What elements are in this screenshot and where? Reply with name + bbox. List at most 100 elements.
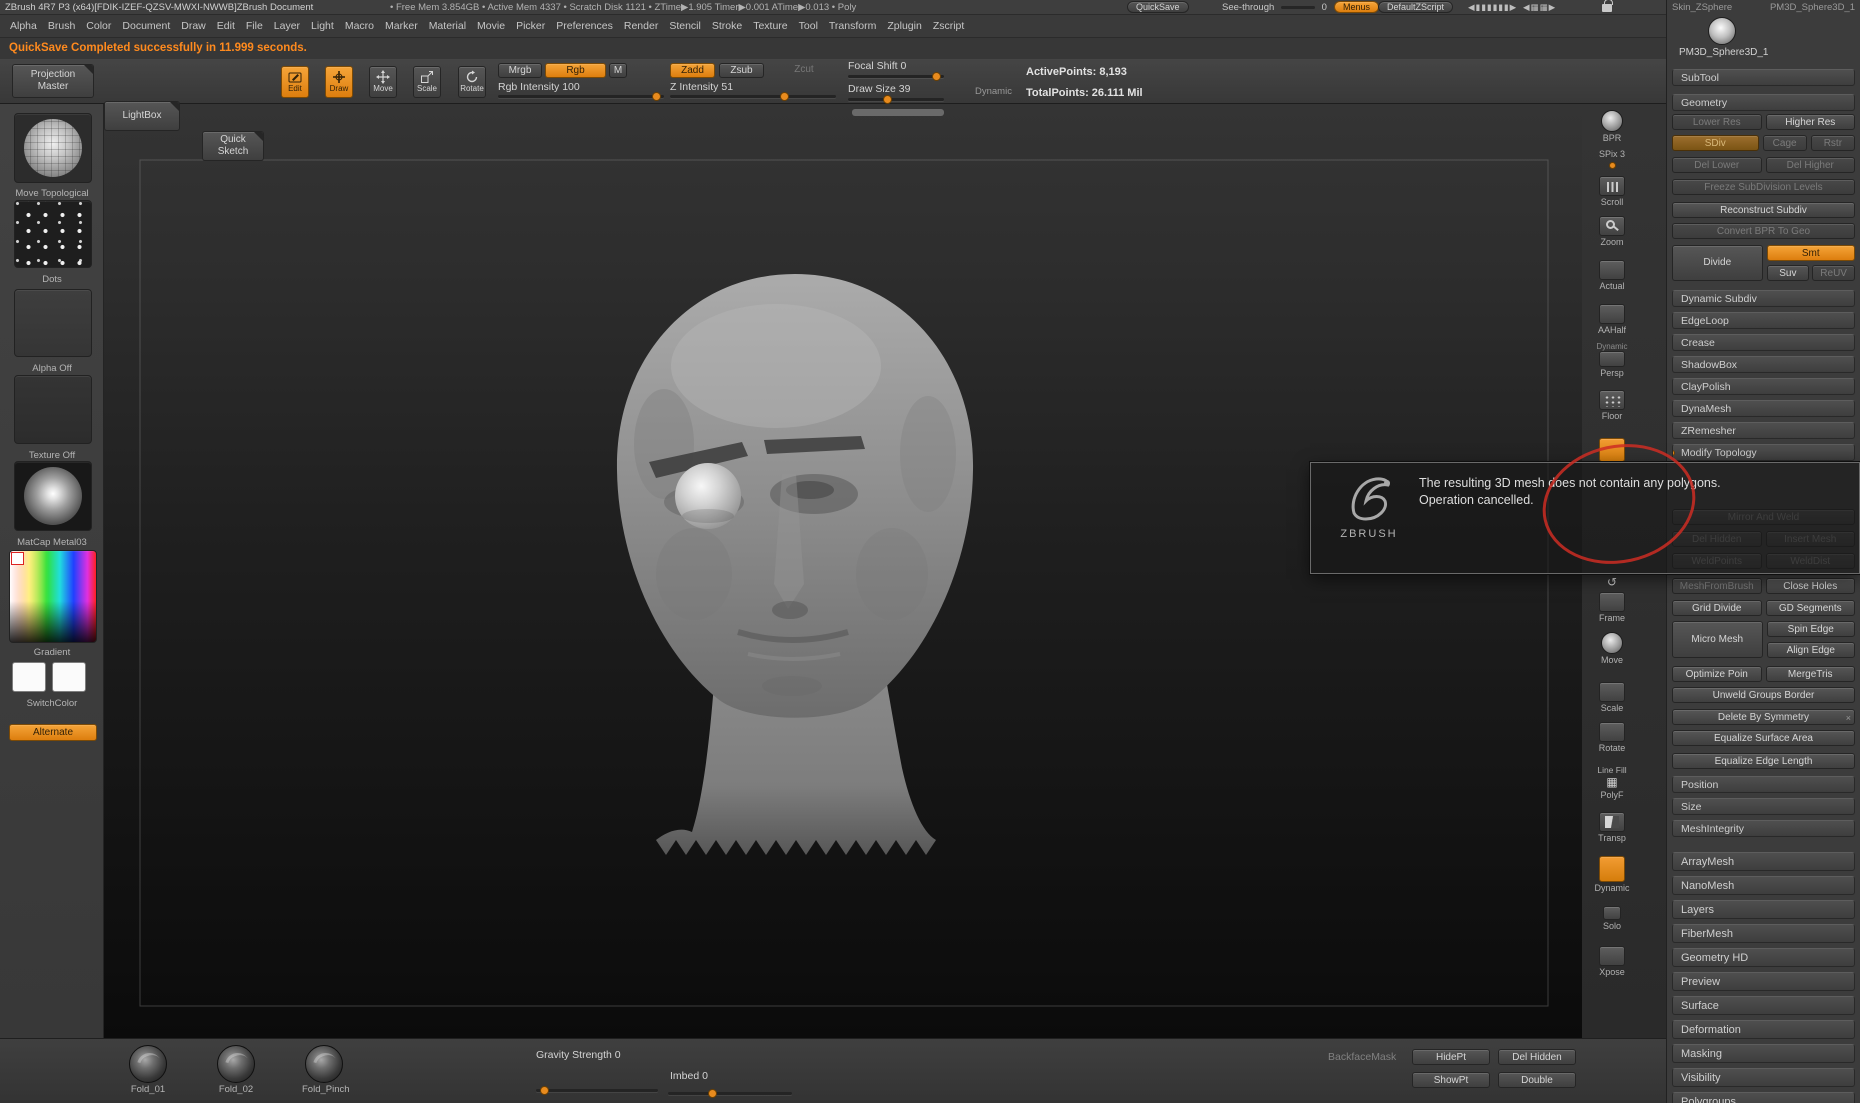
tray-left-icon[interactable]: ◀▮▮▮▮▮▮▶ <box>1468 2 1517 13</box>
geometry-subsection-header[interactable]: ClayPolish <box>1672 378 1855 395</box>
m-button[interactable]: M <box>609 63 627 78</box>
freeze-subdivision-button[interactable]: Freeze SubDivision Levels <box>1672 179 1855 195</box>
menu-item[interactable]: Layer <box>273 19 301 33</box>
rgb-intensity-knob[interactable] <box>652 92 661 101</box>
focal-shift-knob[interactable] <box>932 72 941 81</box>
quicksave-button[interactable]: QuickSave <box>1127 1 1189 13</box>
geometry-subsection-header[interactable]: DynaMesh <box>1672 400 1855 417</box>
gd-segments-slider[interactable]: GD Segments <box>1766 600 1856 616</box>
move-mode-button[interactable]: Move <box>369 66 397 98</box>
alpha-thumbnail[interactable] <box>14 289 92 357</box>
transp-button[interactable]: Transp <box>1588 812 1636 843</box>
equalize-surface-area-button[interactable]: Equalize Surface Area <box>1672 730 1855 746</box>
menu-item[interactable]: Zplugin <box>886 19 922 33</box>
geometry-subsection-header[interactable]: ZRemesher <box>1672 422 1855 439</box>
optimize-points-button[interactable]: Optimize Poin <box>1672 666 1762 682</box>
projection-master-button[interactable]: Projection Master <box>12 64 94 98</box>
move-gyro-button[interactable]: Move <box>1588 632 1636 665</box>
menu-item[interactable]: Alpha <box>9 19 38 33</box>
persp-button[interactable]: Dynamic Persp <box>1588 342 1636 378</box>
tool-palette-section-header[interactable]: Layers <box>1672 900 1855 919</box>
scroll-button[interactable]: Scroll <box>1588 176 1636 207</box>
secondary-color-swatch[interactable] <box>52 662 86 692</box>
modify-topology-header[interactable]: Modify Topology <box>1672 444 1855 461</box>
imbed-slider[interactable] <box>668 1092 792 1095</box>
zsub-button[interactable]: Zsub <box>719 63 764 78</box>
draw-mode-button[interactable]: Draw <box>325 66 353 98</box>
draw-size-slider[interactable]: Draw Size 39 <box>848 83 944 101</box>
xpose-button[interactable]: Xpose <box>1588 946 1636 977</box>
spin-edge-button[interactable]: Spin Edge <box>1767 621 1856 637</box>
main-color-swatch[interactable] <box>12 662 46 692</box>
tool-palette-section-header[interactable]: NanoMesh <box>1672 876 1855 895</box>
delete-by-symmetry-button[interactable]: Delete By Symmetry × <box>1672 709 1855 725</box>
hide-pt-button[interactable]: HidePt <box>1412 1049 1490 1065</box>
rotate-gyro-button[interactable]: Rotate <box>1588 722 1636 753</box>
double-toggle[interactable]: Double <box>1498 1072 1576 1088</box>
zoom-button[interactable]: Zoom <box>1588 216 1636 247</box>
default-zscript-button[interactable]: DefaultZScript <box>1378 1 1453 13</box>
brush-preset-fold01[interactable]: Fold_01 <box>126 1045 170 1095</box>
menu-item[interactable]: Transform <box>828 19 877 33</box>
menu-item[interactable]: Stencil <box>668 19 702 33</box>
floor-button[interactable]: Floor <box>1588 390 1636 421</box>
menu-item[interactable]: Texture <box>752 19 788 33</box>
menus-button[interactable]: Menus <box>1334 1 1379 13</box>
undo-history-button[interactable]: ↺ <box>1588 572 1636 592</box>
smt-toggle[interactable]: Smt <box>1767 245 1856 261</box>
polyf-button[interactable]: Line Fill ▦ PolyF <box>1588 764 1636 800</box>
tool-palette-section-header[interactable]: Deformation <box>1672 1020 1855 1039</box>
tool-palette-section-header[interactable]: Preview <box>1672 972 1855 991</box>
del-hidden-bottom-button[interactable]: Del Hidden <box>1498 1049 1576 1065</box>
menu-item[interactable]: Picker <box>515 19 546 33</box>
tool-palette-section-header[interactable]: FiberMesh <box>1672 924 1855 943</box>
reconstruct-subdiv-button[interactable]: Reconstruct Subdiv <box>1672 202 1855 218</box>
imbed-knob[interactable] <box>708 1089 717 1098</box>
geometry-subsection-header[interactable]: MeshIntegrity <box>1672 820 1855 837</box>
backface-mask-toggle[interactable]: BackfaceMask <box>1328 1051 1396 1063</box>
current-tool-thumbnail[interactable] <box>1708 17 1736 45</box>
geometry-subsection-header[interactable]: Size <box>1672 798 1855 815</box>
sdiv-slider[interactable]: SDiv <box>1672 135 1759 151</box>
tool-palette-section-header[interactable]: Visibility <box>1672 1068 1855 1087</box>
menu-item[interactable]: Preferences <box>555 19 614 33</box>
rotate-mode-button[interactable]: Rotate <box>458 66 486 98</box>
lightbox-button[interactable]: LightBox <box>104 101 180 131</box>
menu-item[interactable]: Zscript <box>932 19 966 33</box>
frame-button[interactable]: Frame <box>1588 592 1636 623</box>
menu-item[interactable]: Marker <box>384 19 419 33</box>
spix-slider[interactable]: SPix 3 <box>1588 148 1636 169</box>
geometry-subsection-header[interactable]: Crease <box>1672 334 1855 351</box>
geometry-subsection-header[interactable]: ShadowBox <box>1672 356 1855 373</box>
dynamic-mode-button[interactable]: Dynamic <box>1588 856 1636 893</box>
lower-res-button[interactable]: Lower Res <box>1672 114 1762 130</box>
align-edge-button[interactable]: Align Edge <box>1767 642 1856 658</box>
edit-mode-button[interactable]: Edit <box>281 66 309 98</box>
higher-res-button[interactable]: Higher Res <box>1766 114 1856 130</box>
brush-preset-foldpinch[interactable]: Fold_Pinch <box>302 1045 346 1095</box>
rstr-button[interactable]: Rstr <box>1811 135 1855 151</box>
texture-thumbnail[interactable] <box>14 375 92 444</box>
solo-button[interactable]: Solo <box>1588 906 1636 931</box>
see-through-slider[interactable]: See-through 0 <box>1222 2 1327 13</box>
zadd-button[interactable]: Zadd <box>670 63 715 78</box>
show-pt-button[interactable]: ShowPt <box>1412 1072 1490 1088</box>
brush-preset-fold02[interactable]: Fold_02 <box>214 1045 258 1095</box>
aahalf-button[interactable]: AAHalf <box>1588 304 1636 335</box>
menu-item[interactable]: Draw <box>180 19 207 33</box>
menu-item[interactable]: Stroke <box>711 19 743 33</box>
geometry-subsection-header[interactable]: Position <box>1672 776 1855 793</box>
current-color-swatch[interactable] <box>11 552 24 565</box>
menu-item[interactable]: Material <box>428 19 467 33</box>
scale-gyro-button[interactable]: Scale <box>1588 682 1636 713</box>
mrgb-button[interactable]: Mrgb <box>498 63 542 78</box>
draw-size-knob[interactable] <box>883 95 892 104</box>
tool-palette-section-header[interactable]: Masking <box>1672 1044 1855 1063</box>
micro-mesh-button[interactable]: Micro Mesh <box>1672 621 1763 658</box>
suv-toggle[interactable]: Suv <box>1767 265 1810 281</box>
scale-mode-button[interactable]: Scale <box>413 66 441 98</box>
geometry-subsection-header[interactable]: Dynamic Subdiv <box>1672 290 1855 307</box>
polyframe-button[interactable] <box>1588 438 1636 462</box>
zcut-button[interactable]: Zcut <box>783 63 825 78</box>
see-through-track[interactable] <box>1281 6 1315 9</box>
